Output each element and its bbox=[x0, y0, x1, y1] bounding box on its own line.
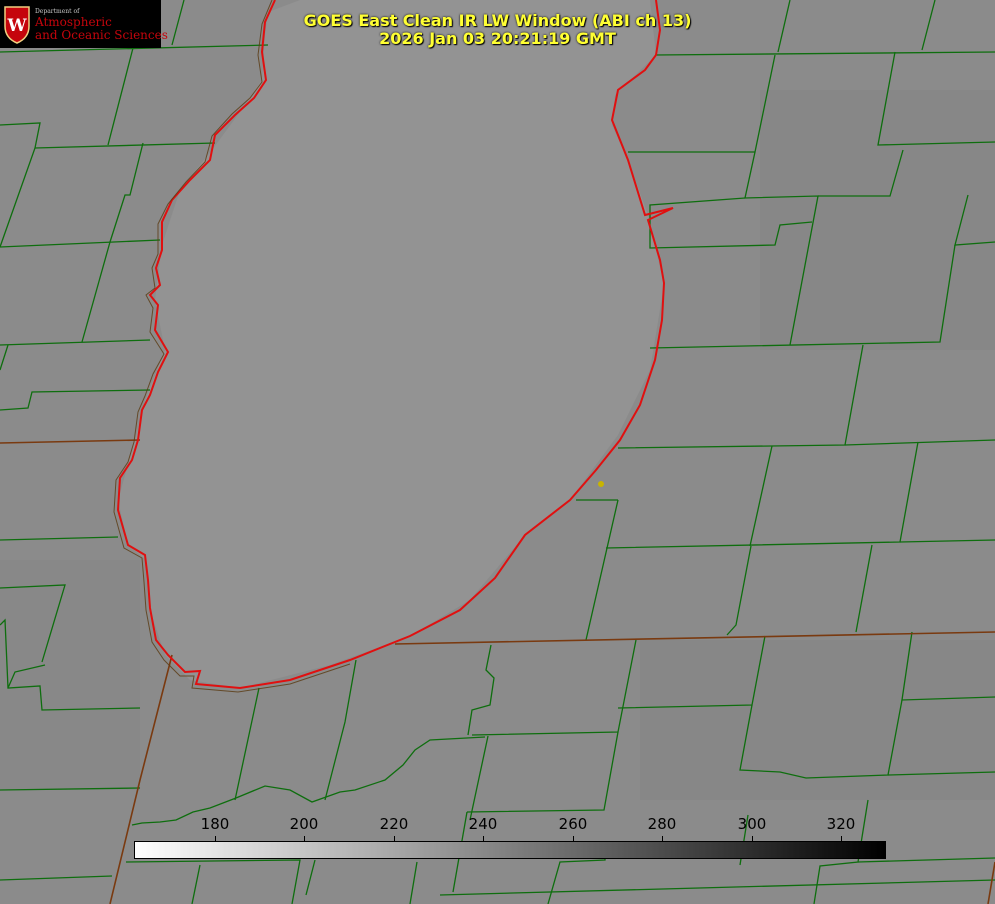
colorbar-tick-label: 260 bbox=[558, 815, 588, 833]
colorbar-tick-label: 180 bbox=[200, 815, 230, 833]
colorbar-tick-label: 220 bbox=[379, 815, 409, 833]
colorbar-tick-mark bbox=[573, 836, 574, 841]
colorbar-tick-label: 300 bbox=[737, 815, 767, 833]
land-patch-ne bbox=[760, 90, 995, 350]
colorbar-tick-label: 280 bbox=[647, 815, 677, 833]
colorbar-tick-mark bbox=[304, 836, 305, 841]
colorbar-tick-label: 200 bbox=[289, 815, 319, 833]
image-title: GOES East Clean IR LW Window (ABI ch 13) bbox=[303, 11, 692, 30]
colorbar-tick-mark bbox=[394, 836, 395, 841]
colorbar-tick-mark bbox=[215, 836, 216, 841]
colorbar-tick-mark bbox=[483, 836, 484, 841]
land-patch-w bbox=[0, 560, 140, 790]
temperature-colorbar bbox=[134, 841, 886, 859]
colorbar-tick-mark bbox=[752, 836, 753, 841]
satellite-map bbox=[0, 0, 995, 904]
colorbar-tick-mark bbox=[841, 836, 842, 841]
colorbar-tick-label: 320 bbox=[826, 815, 856, 833]
colorbar-tick-label: 240 bbox=[468, 815, 498, 833]
image-timestamp: 2026 Jan 03 20:21:19 GMT bbox=[379, 29, 616, 48]
land-patch-se bbox=[640, 640, 995, 800]
satellite-image-viewer: W Department of Atmospheric and Oceanic … bbox=[0, 0, 995, 904]
colorbar-tick-mark bbox=[662, 836, 663, 841]
location-marker bbox=[598, 481, 604, 487]
